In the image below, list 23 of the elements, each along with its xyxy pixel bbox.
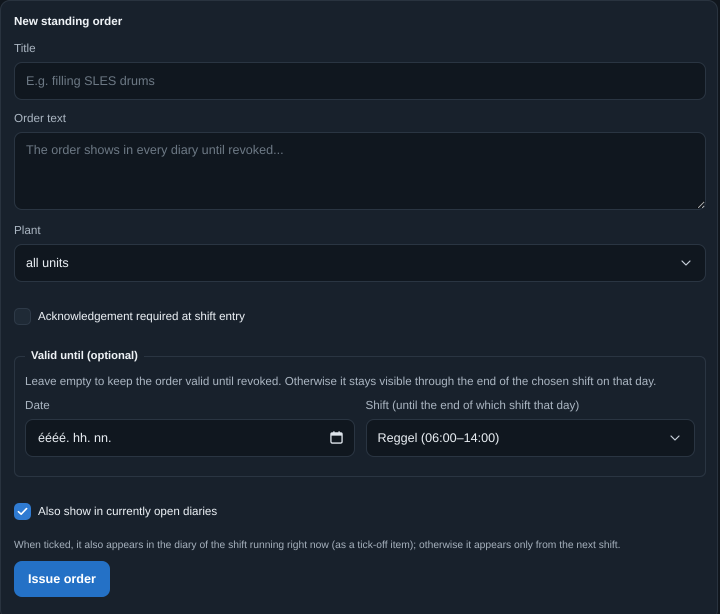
text-field[interactable]: E.g. filling SLES drums [14, 62, 706, 100]
checkbox[interactable] [14, 502, 31, 520]
group-legend: Valid until (optional) [25, 348, 144, 364]
chevron-down-icon [681, 260, 691, 266]
field-label: Title [14, 41, 37, 57]
field-label: Plant [14, 223, 42, 239]
dropdown[interactable]: all units [14, 244, 706, 282]
form-title: New standing order [14, 14, 124, 30]
checkbox-label[interactable]: Also show in currently open diaries [38, 504, 218, 518]
field-label: Shift (until the end of which shift that day) [366, 398, 580, 414]
help-text: When ticked, it also appears in the diary of the shift running right now (as a tick-off item); otherwise it appears only from the next shift. [14, 539, 622, 553]
calendar-icon[interactable] [330, 431, 342, 444]
group-description: Leave empty to keep the order valid until revoked. Otherwise it stays visible through the end of the chosen shift on that day. [25, 374, 658, 390]
text-area[interactable]: The order shows in every diary until revoked... [14, 132, 706, 210]
checkbox-label[interactable]: Acknowledgement required at shift entry [38, 310, 245, 322]
chevron-down-icon [670, 435, 680, 441]
issue-order-button[interactable]: Issue order [14, 561, 110, 597]
field-label: Date [25, 398, 51, 414]
check-icon [17, 506, 28, 516]
checkbox[interactable] [14, 308, 31, 324]
dropdown[interactable]: Reggel (06:00–14:00) [366, 419, 695, 457]
field-label: Order text [14, 111, 67, 127]
date-field[interactable]: éééé. hh. nn. [25, 419, 354, 457]
